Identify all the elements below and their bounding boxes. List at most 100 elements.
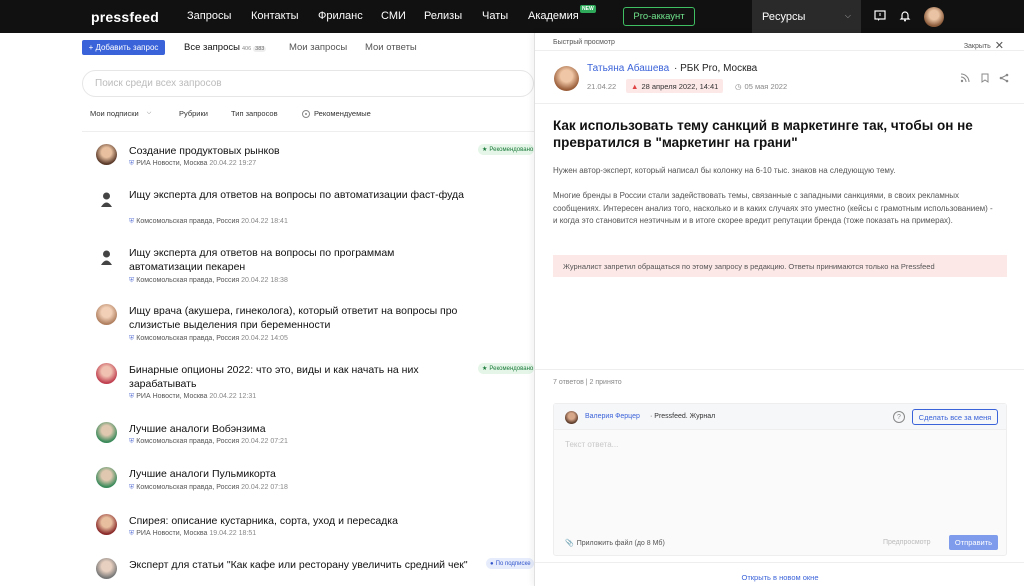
badge-label: Рекомендовано xyxy=(489,146,534,153)
tab-count-new: 383 xyxy=(253,46,267,52)
resources-dropdown[interactable]: Ресурсы ⌵ xyxy=(752,0,861,33)
request-title[interactable]: Эксперт для статьи "Как кафе или рестора… xyxy=(129,558,469,572)
add-request-button[interactable]: + Добавить запрос xyxy=(82,40,165,55)
share-icon[interactable] xyxy=(999,73,1009,83)
tab-my-answers[interactable]: Мои ответы xyxy=(365,42,417,53)
divider xyxy=(535,369,1024,370)
tab-my-requests[interactable]: Мои запросы xyxy=(289,42,347,53)
tab-all-requests[interactable]: Все запросы 406 383 xyxy=(184,42,267,53)
attach-file-button[interactable]: 📎 Приложить файл (до 8 Мб) xyxy=(565,539,665,547)
request-title[interactable]: Лучшие аналоги Пульмикорта xyxy=(129,467,469,481)
answers-count: 7 ответов | 2 принято xyxy=(553,379,622,386)
request-title[interactable]: Лучшие аналоги Вобэнзима xyxy=(129,422,469,436)
publish-date: ◷ 05 мая 2022 xyxy=(735,82,787,91)
new-badge: NEW xyxy=(580,5,596,13)
star-icon: ★ xyxy=(482,147,488,153)
nav-media[interactable]: СМИ xyxy=(381,10,406,22)
chevron-down-icon: ⌵ xyxy=(844,11,851,20)
shield-icon: ⛨ xyxy=(129,484,135,491)
request-source: РИА Новости, Москва xyxy=(136,530,208,537)
list-item[interactable]: Ищу эксперта для ответов на вопросы по а… xyxy=(96,188,534,232)
feedback-icon[interactable] xyxy=(874,10,886,22)
nav-requests[interactable]: Запросы xyxy=(187,10,231,22)
subscription-badge: ● По подписке xyxy=(486,558,534,569)
avatar xyxy=(96,188,117,209)
divider xyxy=(535,103,1024,104)
list-item[interactable]: Лучшие аналоги Вобэнзима ⛨ Комсомольская … xyxy=(96,422,534,452)
list-item[interactable]: Создание продуктовых рынков ⛨ РИА Новости… xyxy=(96,144,534,174)
recommended-badge: ★ Рекомендовано xyxy=(478,363,534,374)
request-meta: ⛨ РИА Новости, Москва 20.04.22 12:31 xyxy=(129,393,256,401)
divider xyxy=(535,562,1024,563)
nav-contacts[interactable]: Контакты xyxy=(251,10,299,22)
list-item[interactable]: Ищу эксперта для ответов на вопросы по п… xyxy=(96,246,534,290)
logo[interactable]: pressfeed xyxy=(91,9,159,25)
attach-label: Приложить файл (до 8 Мб) xyxy=(576,540,665,547)
author-name[interactable]: Татьяна Абашева xyxy=(587,63,669,74)
deadline-badge: ▲ 28 апреля 2022, 14:41 xyxy=(626,79,724,93)
request-title[interactable]: Бинарные опционы 2022: что это, виды и к… xyxy=(129,363,469,391)
bookmark-icon[interactable] xyxy=(980,73,990,83)
list-item[interactable]: Лучшие аналоги Пульмикорта ⛨ Комсомольска… xyxy=(96,467,534,497)
request-meta: ⛨ РИА Новости, Москва 20.04.22 19:27 xyxy=(129,160,256,168)
warning-notice: Журналист запретил обращаться по этому з… xyxy=(553,255,1007,277)
shield-icon: ⛨ xyxy=(129,335,135,342)
nav-freelance[interactable]: Фриланс xyxy=(318,10,363,22)
shield-icon: ⛨ xyxy=(129,530,135,537)
list-item[interactable]: Ищу врача (акушера, гинеколога), который… xyxy=(96,304,534,348)
request-date: 20.04.22 18:38 xyxy=(241,277,288,284)
request-source: Комсомольская правда, Россия xyxy=(136,438,240,445)
rss-icon[interactable] xyxy=(960,73,970,83)
request-meta: ⛨ Комсомольская правда, Россия 20.04.22 1… xyxy=(129,277,288,285)
author-org: · РБК Pro, Москва xyxy=(674,63,758,74)
do-it-for-me-button[interactable]: Сделать все за меня xyxy=(912,409,998,425)
bell-icon[interactable] xyxy=(899,10,911,22)
user-avatar[interactable] xyxy=(924,7,944,27)
nav-releases[interactable]: Релизы xyxy=(424,10,462,22)
request-date: 20.04.22 12:31 xyxy=(209,393,257,400)
request-body: Многие бренды в России стали задействова… xyxy=(553,191,993,225)
recommended-badge: ★ Рекомендовано xyxy=(478,144,534,155)
preview-button[interactable]: Предпросмотр xyxy=(883,539,930,546)
nav-academy[interactable]: Академия xyxy=(528,10,579,22)
send-button[interactable]: Отправить xyxy=(949,535,998,550)
badge-label: Рекомендовано xyxy=(489,365,534,372)
filter-recommended[interactable]: Рекомендуемые xyxy=(302,103,371,124)
author-avatar[interactable] xyxy=(554,66,579,91)
request-title[interactable]: Ищу эксперта для ответов на вопросы по а… xyxy=(129,188,469,202)
filter-request-type[interactable]: Тип запросов xyxy=(231,103,278,124)
reply-box: Валерия Ферцер · Pressfeed. Журнал ? Сде… xyxy=(553,403,1007,556)
reply-author[interactable]: Валерия Ферцер xyxy=(585,413,640,420)
tab-count: 406 xyxy=(241,46,252,52)
quick-view-label: Быстрый просмотр xyxy=(553,39,615,46)
open-in-new-window-link[interactable]: Открыть в новом окне xyxy=(535,573,1024,582)
request-title[interactable]: Создание продуктовых рынков xyxy=(129,144,469,158)
list-item[interactable]: Бинарные опционы 2022: что это, виды и к… xyxy=(96,363,534,407)
publish-date-value: 05 мая 2022 xyxy=(744,82,788,91)
list-item[interactable]: Эксперт для статьи "Как кафе или рестора… xyxy=(96,558,534,586)
pro-account-button[interactable]: Pro-аккаунт xyxy=(623,7,695,26)
request-date: 20.04.22 07:18 xyxy=(241,484,288,491)
star-icon: ★ xyxy=(482,366,488,372)
close-label: Закрыть xyxy=(963,43,991,50)
request-meta: ⛨ Комсомольская правда, Россия 20.04.22 0… xyxy=(129,484,288,492)
filters-bar: Мои подписки ⌵ Рубрики Тип запросов Реком… xyxy=(0,103,534,124)
help-icon[interactable]: ? xyxy=(893,411,905,423)
avatar xyxy=(96,246,117,267)
list-item[interactable]: Спирея: описание кустарника, сорта, уход… xyxy=(96,514,534,544)
request-source: Комсомольская правда, Россия xyxy=(136,484,240,491)
request-date: 20.04.22 07:21 xyxy=(241,438,288,445)
request-title[interactable]: Ищу эксперта для ответов на вопросы по п… xyxy=(129,246,469,274)
shield-icon: ⛨ xyxy=(129,160,135,167)
divider xyxy=(82,131,534,132)
reply-textarea[interactable]: Текст ответа... xyxy=(565,440,618,449)
filter-my-subscriptions[interactable]: Мои подписки ⌵ xyxy=(90,103,151,124)
paperclip-icon: 📎 xyxy=(565,540,574,547)
request-title: Как использовать тему санкций в маркетин… xyxy=(553,118,973,150)
filter-rubrics[interactable]: Рубрики xyxy=(179,103,208,124)
bell-icon: ● xyxy=(490,560,494,567)
search-input[interactable]: Поиск среди всех запросов xyxy=(82,70,534,97)
request-title[interactable]: Ищу врача (акушера, гинеколога), который… xyxy=(129,304,469,332)
request-title[interactable]: Спирея: описание кустарника, сорта, уход… xyxy=(129,514,469,528)
nav-chats[interactable]: Чаты xyxy=(482,10,508,22)
